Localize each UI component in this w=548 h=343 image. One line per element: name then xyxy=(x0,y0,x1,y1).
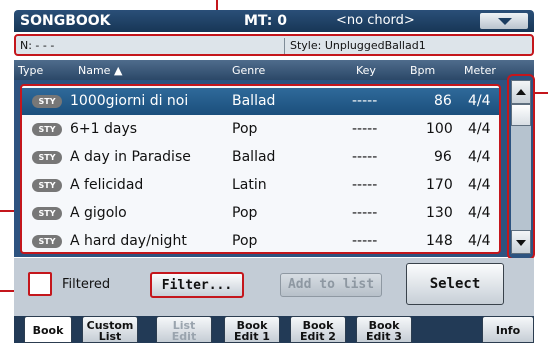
tab-label: Edit 1 xyxy=(234,330,270,343)
tab-info[interactable]: Info xyxy=(482,316,534,343)
tab-book[interactable]: Book xyxy=(24,316,72,343)
tab-book-edit-2[interactable]: Book Edit 2 xyxy=(290,316,346,343)
song-name: A day in Paradise xyxy=(70,149,191,165)
song-bpm: 148 xyxy=(426,233,453,249)
song-name: A felicidad xyxy=(70,177,144,193)
tab-label: List xyxy=(172,319,196,332)
style-badge: STY xyxy=(32,123,62,136)
song-meter: 4/4 xyxy=(468,205,491,221)
style-badge: STY xyxy=(32,179,62,192)
song-genre: Ballad xyxy=(232,93,276,109)
column-type[interactable]: Type xyxy=(18,64,43,77)
list-item[interactable]: STY 6+1 days Pop ----- 100 4/4 xyxy=(22,116,499,143)
song-bpm: 170 xyxy=(426,177,453,193)
filter-button[interactable]: Filter... xyxy=(150,272,244,298)
app-title: SONGBOOK xyxy=(20,13,111,29)
style-badge: STY xyxy=(32,95,62,108)
add-to-list-button[interactable]: Add to list xyxy=(280,273,382,297)
style-badge: STY xyxy=(32,235,62,248)
list-item[interactable]: STY A day in Paradise Ballad ----- 96 4/… xyxy=(22,144,499,171)
song-meter: 4/4 xyxy=(468,233,491,249)
mt-indicator: MT: 0 xyxy=(244,13,287,29)
song-key: ----- xyxy=(352,93,378,109)
song-name: A gigolo xyxy=(70,205,127,221)
callout-line-right xyxy=(534,92,548,94)
tab-list-edit[interactable]: List Edit xyxy=(156,316,212,343)
song-key: ----- xyxy=(352,205,378,221)
style-badge: STY xyxy=(32,207,62,220)
column-key[interactable]: Key xyxy=(356,64,376,77)
filtered-label: Filtered xyxy=(62,277,111,292)
tab-book-edit-1[interactable]: Book Edit 1 xyxy=(224,316,280,343)
menu-dropdown-icon[interactable] xyxy=(480,13,528,29)
list-item[interactable]: STY A gigolo Pop ----- 130 4/4 xyxy=(22,200,499,227)
chord-indicator: <no chord> xyxy=(336,13,415,28)
list-item[interactable]: STY A felicidad Latin ----- 170 4/4 xyxy=(22,172,499,199)
song-name: 6+1 days xyxy=(70,121,138,137)
scroll-thumb[interactable] xyxy=(511,104,531,126)
style-label: Style: UnpluggedBallad1 xyxy=(290,39,426,52)
tab-label: Book xyxy=(236,319,268,332)
song-genre: Pop xyxy=(232,205,258,221)
song-meter: 4/4 xyxy=(468,177,491,193)
song-name: 1000giorni di noi xyxy=(70,93,189,109)
tab-book-edit-3[interactable]: Book Edit 3 xyxy=(356,316,412,343)
song-bpm: 100 xyxy=(426,121,453,137)
tab-label: Book xyxy=(302,319,334,332)
song-genre: Pop xyxy=(232,233,258,249)
callout-line-top xyxy=(216,0,218,10)
tab-label: Book xyxy=(32,324,64,337)
song-meter: 4/4 xyxy=(468,93,491,109)
tab-label: Book xyxy=(368,319,400,332)
song-genre: Latin xyxy=(232,177,267,193)
song-bpm: 96 xyxy=(434,149,452,165)
song-meter: 4/4 xyxy=(468,121,491,137)
tab-label: Info xyxy=(495,324,521,337)
song-bpm: 86 xyxy=(434,93,452,109)
column-bpm[interactable]: Bpm xyxy=(410,64,435,77)
song-genre: Pop xyxy=(232,121,258,137)
scrollbar[interactable] xyxy=(511,80,531,254)
song-meter: 4/4 xyxy=(468,149,491,165)
tab-custom-list[interactable]: Custom List xyxy=(82,316,138,343)
column-name[interactable]: Name ▲ xyxy=(78,64,122,77)
filtered-checkbox[interactable] xyxy=(28,272,52,296)
song-bpm: 130 xyxy=(426,205,453,221)
column-genre[interactable]: Genre xyxy=(232,64,265,77)
song-key: ----- xyxy=(352,149,378,165)
n-label: N: - - - xyxy=(20,39,55,52)
scroll-up-icon[interactable] xyxy=(511,80,531,104)
info-separator xyxy=(284,38,285,54)
song-key: ----- xyxy=(352,233,378,249)
tab-label: Edit 3 xyxy=(366,330,402,343)
tab-label: Custom xyxy=(86,319,134,332)
song-name: A hard day/night xyxy=(70,233,187,249)
list-item[interactable]: STY 1000giorni di noi Ballad ----- 86 4/… xyxy=(22,88,499,115)
tab-label: Edit 2 xyxy=(300,330,336,343)
song-list[interactable]: STY 1000giorni di noi Ballad ----- 86 4/… xyxy=(20,84,501,254)
song-key: ----- xyxy=(352,121,378,137)
column-header-row: Type Name ▲ Genre Key Bpm Meter xyxy=(14,60,534,80)
tab-label: List xyxy=(98,330,122,343)
scroll-down-icon[interactable] xyxy=(511,230,531,254)
style-badge: STY xyxy=(32,151,62,164)
song-genre: Ballad xyxy=(232,149,276,165)
column-meter[interactable]: Meter xyxy=(464,64,496,77)
song-key: ----- xyxy=(352,177,378,193)
tab-label: Edit xyxy=(171,330,197,343)
info-bar: N: - - - Style: UnpluggedBallad1 xyxy=(14,34,534,56)
list-item[interactable]: STY A hard day/night Pop ----- 148 4/4 xyxy=(22,228,499,252)
select-button[interactable]: Select xyxy=(406,263,504,305)
title-bar: SONGBOOK MT: 0 <no chord> xyxy=(14,10,534,32)
